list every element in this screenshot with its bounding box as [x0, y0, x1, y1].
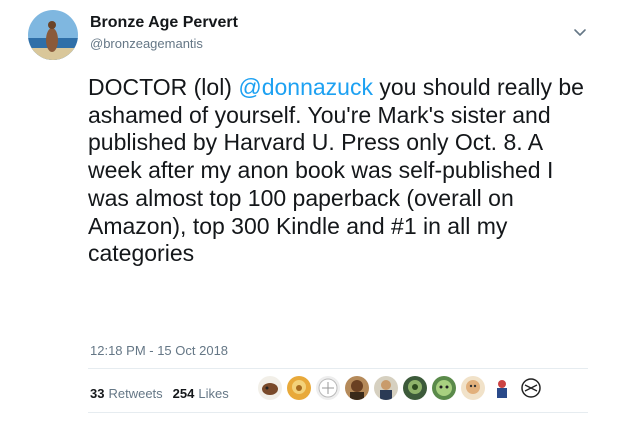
retweets-stat[interactable]: 33 Retweets — [90, 386, 163, 401]
liker-avatar[interactable] — [432, 376, 456, 400]
handle[interactable]: @bronzeagemantis — [90, 35, 238, 53]
liker-avatar[interactable] — [519, 376, 543, 400]
avatar-image — [28, 10, 78, 60]
retweets-count: 33 — [90, 386, 105, 401]
display-name[interactable]: Bronze Age Pervert — [90, 13, 238, 33]
chevron-down-icon[interactable] — [572, 24, 588, 40]
likes-stat[interactable]: 254 Likes — [173, 386, 229, 401]
liker-avatar[interactable] — [403, 376, 427, 400]
liker-avatar[interactable] — [345, 376, 369, 400]
author-block: Bronze Age Pervert @bronzeagemantis — [90, 13, 238, 53]
liker-avatars — [258, 376, 548, 400]
retweets-label: Retweets — [108, 386, 163, 401]
liker-avatar[interactable] — [374, 376, 398, 400]
liker-avatar[interactable] — [316, 376, 340, 400]
tweet-text: DOCTOR (lol) @donnazuck you should reall… — [88, 74, 598, 268]
engagement-stats: 33 Retweets 254 Likes — [90, 386, 239, 401]
mention-link[interactable]: @donnazuck — [238, 74, 373, 100]
likes-count: 254 — [172, 386, 195, 401]
liker-avatar[interactable] — [287, 376, 311, 400]
liker-avatar[interactable] — [490, 376, 514, 400]
divider — [88, 368, 588, 369]
avatar[interactable] — [28, 10, 78, 60]
liker-avatar[interactable] — [258, 376, 282, 400]
divider — [88, 412, 588, 413]
tweet-text-before: DOCTOR (lol) — [88, 74, 239, 100]
likes-label: Likes — [198, 386, 229, 401]
tweet-card: Bronze Age Pervert @bronzeagemantis DOCT… — [0, 0, 618, 427]
timestamp[interactable]: 12:18 PM - 15 Oct 2018 — [90, 343, 228, 358]
tweet-text-after: you should really be ashamed of yourself… — [88, 74, 584, 267]
liker-avatar[interactable] — [461, 376, 485, 400]
